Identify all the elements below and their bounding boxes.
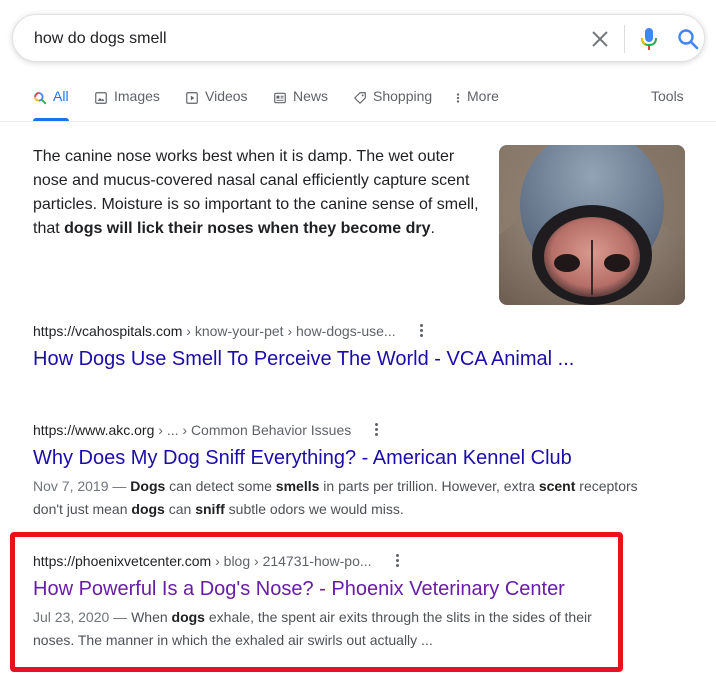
tab-label: All (53, 88, 69, 104)
result-2-title-link[interactable]: Why Does My Dog Sniff Everything? - Amer… (33, 447, 572, 470)
result-domain: https://vcahospitals.com (33, 323, 183, 339)
tab-all[interactable]: All (33, 88, 69, 122)
news-icon (274, 92, 286, 104)
tools-label: Tools (651, 88, 684, 104)
result-1-title-link[interactable]: How Dogs Use Smell To Perceive The World… (33, 348, 574, 371)
snippet-text-end: . (430, 220, 435, 237)
tab-news[interactable]: News (273, 88, 328, 122)
tab-label: Videos (205, 88, 248, 104)
search-box[interactable]: how do dogs smell (12, 14, 705, 62)
tab-more[interactable]: More (455, 88, 499, 122)
result-2-more-icon[interactable] (373, 423, 379, 439)
search-results-page: how do dogs smell All Images Videos News… (0, 0, 716, 680)
result-1-more-icon[interactable] (418, 324, 424, 340)
tab-images[interactable]: Images (94, 88, 160, 122)
result-domain: https://www.akc.org (33, 422, 155, 438)
snippet-bold-text: dogs will lick their noses when they bec… (64, 220, 431, 237)
search-icon[interactable] (676, 27, 700, 51)
tab-label: More (467, 88, 499, 104)
result-path: › ... › Common Behavior Issues (154, 422, 352, 438)
dog-nose-image[interactable] (499, 145, 685, 305)
desc-bold: smells (275, 478, 320, 494)
red-highlight-box (10, 532, 623, 672)
desc-text: in parts per trillion. However, extra (319, 478, 539, 494)
featured-snippet-text: The canine nose works best when it is da… (33, 145, 489, 241)
tabs-divider (0, 121, 716, 122)
desc-text: can detect some (165, 478, 276, 494)
tab-label: News (293, 88, 329, 104)
desc-bold: sniff (195, 501, 225, 517)
search-tabs: All Images Videos News Shopping More Too… (0, 88, 716, 122)
desc-bold: Dogs (130, 478, 166, 494)
search-icon (34, 92, 47, 105)
tab-shopping[interactable]: Shopping (353, 88, 432, 122)
tab-videos[interactable]: Videos (185, 88, 248, 122)
desc-text: can (164, 501, 196, 517)
microphone-icon[interactable] (637, 26, 661, 52)
result-2-description: Nov 7, 2019 — Dogs can detect some smell… (33, 475, 643, 521)
tools-button[interactable]: Tools (651, 88, 684, 122)
image-icon (95, 92, 107, 104)
result-path: › know-your-pet › how-dogs-use... (182, 323, 396, 339)
desc-text: subtle odors we would miss. (224, 501, 404, 517)
tab-label: Shopping (373, 88, 433, 104)
desc-bold: dogs (131, 501, 165, 517)
search-input[interactable]: how do dogs smell (34, 30, 167, 48)
search-divider (624, 25, 625, 53)
tag-icon (354, 92, 366, 104)
tab-label: Images (114, 88, 160, 104)
video-icon (186, 92, 198, 104)
result-date: Nov 7, 2019 — (33, 478, 131, 494)
result-1-url: https://vcahospitals.com › know-your-pet… (33, 323, 396, 339)
result-2-url: https://www.akc.org › ... › Common Behav… (33, 422, 351, 438)
close-icon[interactable] (589, 28, 611, 50)
desc-bold: scent (538, 478, 576, 494)
more-vert-icon (456, 93, 460, 103)
